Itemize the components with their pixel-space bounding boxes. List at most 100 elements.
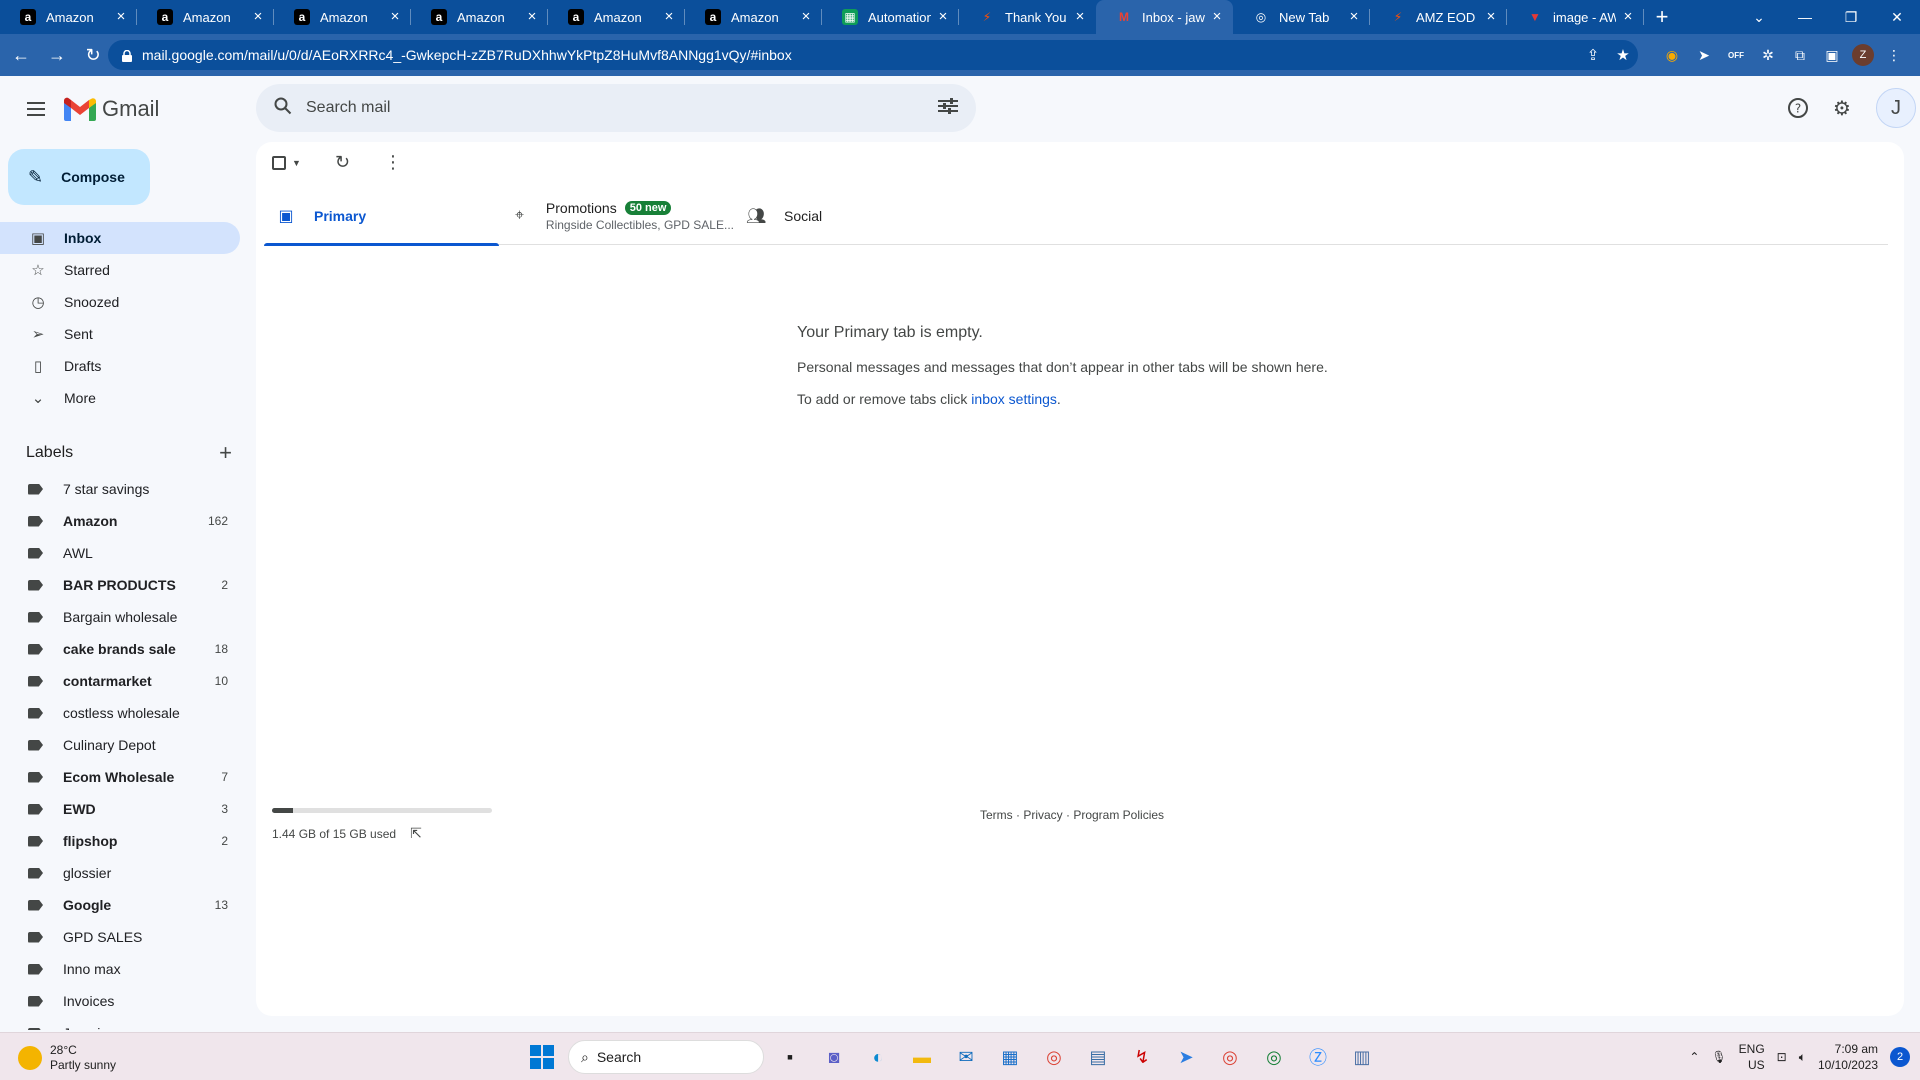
label-item[interactable]: Bargain wholesale [0,601,240,633]
volume-icon[interactable]: 🔈︎ [1799,1050,1806,1065]
browser-tab[interactable]: ⚡︎ Thank You × [959,0,1096,34]
label-item[interactable]: BAR PRODUCTS 2 [0,569,240,601]
zoom-icon[interactable]: Ⓩ [1300,1039,1336,1075]
search-options-icon[interactable] [938,97,958,119]
refresh-icon[interactable]: ↻ [335,152,350,173]
close-tab-icon[interactable]: × [935,9,951,25]
microphone-icon[interactable]: 🎙︎ [1711,1050,1726,1064]
address-bar[interactable]: mail.google.com/mail/u/0/d/AEoRXRRc4_-Gw… [108,40,1638,70]
store-icon[interactable]: ▦ [992,1039,1028,1075]
account-avatar[interactable]: J [1876,88,1916,128]
label-item[interactable]: contarmarket 10 [0,665,240,697]
gmail-logo[interactable]: Gmail [63,96,159,122]
close-tab-icon[interactable]: × [1209,9,1225,25]
new-tab-button[interactable]: + [1644,0,1680,34]
label-item[interactable]: cake brands sale 18 [0,633,240,665]
restore-button[interactable]: ❐ [1828,9,1874,26]
extension-off-icon[interactable]: OFF [1724,43,1748,67]
sidebar-item-inbox[interactable]: ▣ Inbox [0,222,240,254]
task-view-icon[interactable]: ▪ [772,1039,808,1075]
browser-tab[interactable]: a Amazon × [0,0,137,34]
label-item[interactable]: Inno max [0,953,240,985]
network-icon[interactable]: ⊡ [1777,1050,1787,1064]
label-item[interactable]: AWL [0,537,240,569]
help-icon[interactable]: ? [1778,88,1818,128]
select-all-checkbox[interactable]: ▼ [272,155,301,170]
extension-circle-icon[interactable]: ◉ [1660,43,1684,67]
clock[interactable]: 7:09 am 10/10/2023 [1818,1041,1878,1073]
label-item[interactable]: flipshop 2 [0,825,240,857]
open-external-icon[interactable]: ⇱ [410,825,422,842]
bookmark-star-icon[interactable]: ★ [1608,46,1638,64]
chrome-icon[interactable]: ◎ [1036,1039,1072,1075]
browser-tab[interactable]: ⚡︎ AMZ EOD Re× [1370,0,1507,34]
profile-avatar[interactable]: Z [1852,44,1874,66]
mail-icon[interactable]: ✉ [948,1039,984,1075]
label-item[interactable]: EWD 3 [0,793,240,825]
forward-button[interactable]: → [42,40,72,70]
browser-tab[interactable]: ◎ New Tab × [1233,0,1370,34]
close-window-button[interactable]: ✕ [1874,9,1920,26]
app-window-icon[interactable]: ▤ [1080,1039,1116,1075]
minimize-button[interactable]: — [1782,9,1828,25]
teams-chat-icon[interactable]: ◙ [816,1039,852,1075]
label-item[interactable]: Amazon 162 [0,505,240,537]
tab-promotions[interactable]: ⌖ Promotions 50 new Ringside Collectible… [499,187,734,245]
extension-gear-icon[interactable]: ✲ [1756,43,1780,67]
puzzle-icon[interactable]: ⧉ [1788,43,1812,67]
taskbar-search[interactable]: ⌕ Search [568,1040,764,1074]
browser-tab[interactable]: a Amazon × [411,0,548,34]
share-icon[interactable]: ⇪ [1578,46,1608,64]
file-explorer-icon[interactable]: ▬ [904,1039,940,1075]
browser-tab[interactable]: a Amazon × [274,0,411,34]
close-tab-icon[interactable]: × [798,9,814,25]
label-item[interactable]: Culinary Depot [0,729,240,761]
close-tab-icon[interactable]: × [661,9,677,25]
footer-links[interactable]: Terms · Privacy · Program Policies [980,808,1164,822]
close-tab-icon[interactable]: × [524,9,540,25]
settings-gear-icon[interactable]: ⚙ [1822,88,1862,128]
inbox-settings-link[interactable]: inbox settings [971,391,1057,407]
tray-chevron-up-icon[interactable]: ⌃ [1689,1050,1699,1064]
label-item[interactable]: Jerasim [0,1017,240,1030]
label-item[interactable]: glossier [0,857,240,889]
search-input[interactable]: Search mail [306,99,938,117]
tab-social[interactable]: 👥︎ Social [734,187,969,245]
app-chart-icon[interactable]: ↯ [1124,1039,1160,1075]
label-item[interactable]: Invoices [0,985,240,1017]
notification-badge[interactable]: 2 [1890,1047,1910,1067]
close-tab-icon[interactable]: × [1346,9,1362,25]
search-bar[interactable]: Search mail [256,84,976,132]
close-tab-icon[interactable]: × [250,9,266,25]
close-tab-icon[interactable]: × [1072,9,1088,25]
label-item[interactable]: Google 13 [0,889,240,921]
browser-tab[interactable]: ▼ image - AWL× [1507,0,1644,34]
chrome-menu-icon[interactable]: ⋮ [1882,43,1906,67]
close-tab-icon[interactable]: × [1483,9,1499,25]
tab-search-icon[interactable]: ⌄ [1736,9,1782,26]
sidebar-item-drafts[interactable]: ▯ Drafts [0,350,240,382]
telegram-icon[interactable]: ➤ [1168,1039,1204,1075]
create-label-button[interactable]: + [219,440,232,466]
close-tab-icon[interactable]: × [113,9,129,25]
edge-icon[interactable]: ◐ [860,1039,896,1075]
close-tab-icon[interactable]: × [1620,9,1636,25]
label-item[interactable]: GPD SALES [0,921,240,953]
chrome-profile-2-icon[interactable]: ◎ [1256,1039,1292,1075]
search-icon[interactable] [274,97,292,120]
more-options-icon[interactable]: ⋮ [384,152,402,173]
sidebar-item-more[interactable]: ⌄ More [0,382,240,414]
language-indicator[interactable]: ENG US [1739,1041,1765,1073]
browser-tab[interactable]: a Amazon × [137,0,274,34]
extension-arrow-icon[interactable]: ➤ [1692,43,1716,67]
reload-button[interactable]: ↻ [78,40,108,70]
browser-tab[interactable]: a Amazon × [685,0,822,34]
browser-tab[interactable]: ▦ Automation × [822,0,959,34]
side-panel-icon[interactable]: ▣ [1820,43,1844,67]
chrome-profile-icon[interactable]: ◎ [1212,1039,1248,1075]
weather-widget[interactable]: 28°C Partly sunny [18,1043,116,1073]
sidebar-item-sent[interactable]: ➢ Sent [0,318,240,350]
label-item[interactable]: 7 star savings [0,473,240,505]
start-button[interactable] [524,1039,560,1075]
main-menu-button[interactable] [18,92,54,126]
